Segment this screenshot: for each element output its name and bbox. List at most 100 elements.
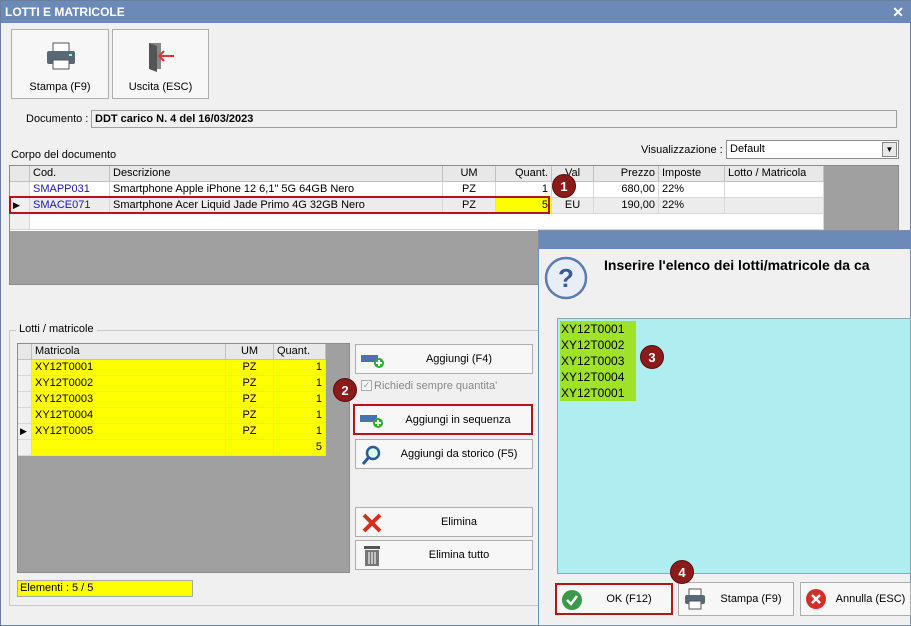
row-indicator-header	[18, 344, 32, 360]
cancel-icon	[806, 589, 826, 609]
col-um-header: UM	[226, 344, 274, 360]
col-desc-header: Descrizione	[110, 166, 443, 182]
add-history-button[interactable]: Aggiungi da storico (F5)	[355, 439, 533, 469]
lot-total-qty: 5	[274, 440, 326, 456]
step-marker-3: 3	[640, 345, 664, 369]
col-qty-header: Quant.	[274, 344, 326, 360]
dialog-titlebar	[539, 231, 911, 249]
step-marker-4: 4	[670, 560, 694, 584]
col-tax-header: Imposte	[659, 166, 725, 182]
col-serial-header: Matricola	[32, 344, 226, 360]
add-row-icon	[361, 355, 384, 368]
exit-door-icon	[149, 43, 174, 72]
col-code-header: Cod.	[30, 166, 110, 182]
ask-qty-label: Richiedi sempre quantita'	[374, 380, 498, 392]
lot-row-um: PZ	[226, 360, 274, 376]
ok-button[interactable]: OK (F12)	[555, 583, 673, 615]
delete-all-button-label: Elimina tutto	[428, 549, 490, 561]
col-qty-header: Quant.	[496, 166, 552, 182]
exit-button-label: Uscita (ESC)	[128, 81, 193, 93]
table-row-lot	[725, 198, 824, 214]
dialog-message: Inserire l'elenco dei lotti/matricole da…	[604, 257, 870, 273]
svg-text:?: ?	[558, 263, 574, 293]
table-row-tax: 22%	[659, 198, 725, 214]
print-button-label: Stampa (F9)	[29, 81, 91, 93]
lot-total-blank	[32, 440, 226, 456]
lots-table: Matricola UM Quant. XY12T0001 PZ 1 XY12T…	[17, 343, 350, 573]
row-indicator	[18, 408, 32, 424]
memo-line: XY12T0004	[560, 369, 636, 385]
delete-x-icon	[362, 513, 382, 533]
add-row-icon	[360, 415, 383, 428]
row-indicator-header	[10, 166, 30, 182]
delete-button[interactable]: Elimina	[355, 507, 533, 537]
cancel-button-label: Annulla (ESC)	[835, 593, 906, 605]
print-button[interactable]: Stampa (F9)	[11, 29, 109, 99]
lot-row-qty[interactable]: 1	[274, 424, 326, 440]
ask-qty-checkbox[interactable]: ✓	[361, 380, 372, 391]
add-sequence-button-label: Aggiungi in sequenza	[405, 413, 511, 426]
row-indicator	[18, 360, 32, 376]
lot-row-qty[interactable]: 1	[274, 360, 326, 376]
step-marker-1: 1	[552, 174, 576, 198]
lot-row-serial[interactable]: XY12T0002	[32, 376, 226, 392]
add-history-button-label: Aggiungi da storico (F5)	[400, 448, 518, 460]
delete-all-button[interactable]: Elimina tutto	[355, 540, 533, 570]
table-row-val: EU	[552, 198, 594, 214]
lot-row-um: PZ	[226, 424, 274, 440]
add-button[interactable]: Aggiungi (F4)	[355, 344, 533, 374]
step-marker-2: 2	[333, 378, 357, 402]
elements-counter: Elementi : 5 / 5	[17, 580, 193, 597]
lots-input-memo[interactable]: XY12T0001 XY12T0002 XY12T0003 XY12T0004 …	[557, 318, 911, 574]
ok-button-label: OK (F12)	[606, 593, 652, 605]
cancel-button[interactable]: Annulla (ESC)	[800, 582, 911, 616]
close-icon[interactable]: ✕	[892, 1, 904, 23]
lot-row-serial[interactable]: XY12T0004	[32, 408, 226, 424]
trash-icon	[364, 546, 380, 566]
exit-button[interactable]: Uscita (ESC)	[112, 29, 209, 99]
add-sequence-button[interactable]: Aggiungi in sequenza	[353, 404, 533, 435]
add-button-label: Aggiungi (F4)	[425, 353, 493, 365]
row-indicator	[18, 440, 32, 456]
memo-line: XY12T0003	[560, 353, 636, 369]
row-indicator	[18, 376, 32, 392]
table-row-tax: 22%	[659, 182, 725, 198]
chevron-down-icon[interactable]: ▼	[882, 142, 897, 157]
col-um-header: UM	[443, 166, 496, 182]
dialog-print-button-label: Stampa (F9)	[720, 593, 782, 605]
document-field: DDT carico N. 4 del 16/03/2023	[91, 110, 897, 128]
lot-row-um: PZ	[226, 376, 274, 392]
table-row-lot	[725, 182, 824, 198]
memo-line: XY12T0001	[560, 385, 636, 401]
lot-total-blank	[226, 440, 274, 456]
view-select-value: Default	[730, 143, 765, 155]
lot-row-qty[interactable]: 1	[274, 392, 326, 408]
body-section-label: Corpo del documento	[11, 149, 117, 161]
view-select[interactable]: Default ▼	[726, 140, 899, 159]
col-price-header: Prezzo	[594, 166, 659, 182]
lot-row-serial[interactable]: XY12T0001	[32, 360, 226, 376]
table-row-price: 190,00	[594, 198, 659, 214]
window-title: LOTTI E MATRICOLE	[1, 1, 911, 23]
row-indicator	[18, 392, 32, 408]
lot-row-serial[interactable]: XY12T0003	[32, 392, 226, 408]
printer-icon	[685, 588, 705, 610]
lot-row-um: PZ	[226, 408, 274, 424]
lot-row-serial[interactable]: XY12T0005	[32, 424, 226, 440]
memo-line: XY12T0001	[560, 321, 636, 337]
document-label: Documento :	[26, 113, 89, 125]
dialog-print-button[interactable]: Stampa (F9)	[678, 582, 794, 616]
lots-section-label: Lotti / matricole	[16, 323, 97, 335]
magnifier-icon	[361, 445, 381, 465]
question-icon: ?	[544, 256, 588, 300]
memo-line: XY12T0002	[560, 337, 636, 353]
table-row-empty[interactable]	[30, 214, 824, 230]
col-lot-header: Lotto / Matricola	[725, 166, 824, 182]
check-icon	[562, 590, 582, 610]
highlight-box-row	[9, 196, 550, 214]
lot-row-qty[interactable]: 1	[274, 408, 326, 424]
view-label: Visualizzazione :	[641, 144, 723, 156]
lot-row-um: PZ	[226, 392, 274, 408]
lot-row-qty[interactable]: 1	[274, 376, 326, 392]
printer-icon	[47, 42, 75, 70]
